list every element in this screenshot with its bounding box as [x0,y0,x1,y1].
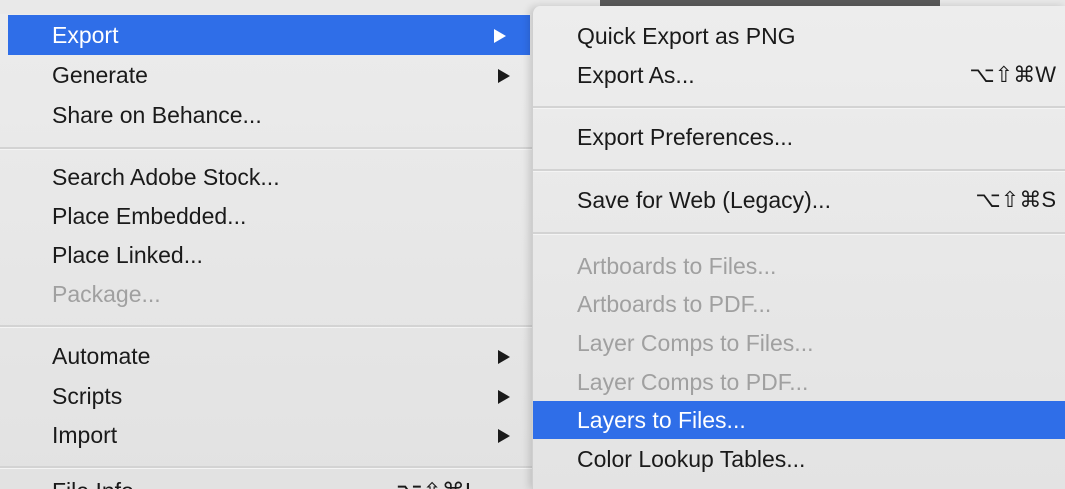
submenu-arrow-icon [498,69,510,83]
submenu-item-layer-comps-to-pdf: Layer Comps to PDF... [533,363,1065,401]
menu-item-scripts[interactable]: Scripts [0,376,540,416]
menu-separator [533,169,1065,172]
menu-item-label: Generate [52,62,148,88]
submenu-arrow-icon [494,29,506,43]
menu-item-label: Layer Comps to PDF... [577,369,809,395]
menu-item-label: Export Preferences... [577,124,794,150]
menu-item-automate[interactable]: Automate [0,336,540,376]
submenu-item-export-preferences[interactable]: Export Preferences... [533,118,1065,156]
menu-item-import[interactable]: Import [0,415,540,455]
menu-item-label: Place Linked... [52,242,203,268]
menu-item-label: Layers to Files... [577,407,746,433]
menu-item-shortcut: ⌥⇧⌘I [396,476,471,489]
menu-item-label: Package... [52,281,161,307]
menu-item-place-linked[interactable]: Place Linked... [0,235,540,275]
export-submenu: Quick Export as PNG Export As... ⌥⇧⌘W Ex… [532,6,1065,489]
menu-item-label: Place Embedded... [52,203,247,229]
menu-separator [533,106,1065,109]
submenu-item-layer-comps-to-files: Layer Comps to Files... [533,324,1065,362]
submenu-item-quick-export-png[interactable]: Quick Export as PNG [533,17,1065,55]
submenu-item-artboards-to-files: Artboards to Files... [533,247,1065,285]
menu-item-label: Layer Comps to Files... [577,330,814,356]
menu-item-package: Package... [0,274,540,314]
submenu-item-artboards-to-pdf: Artboards to PDF... [533,285,1065,323]
menu-item-place-embedded[interactable]: Place Embedded... [0,196,540,236]
menu-item-label: Artboards to PDF... [577,291,772,317]
submenu-item-color-lookup-tables[interactable]: Color Lookup Tables... [533,440,1065,478]
submenu-arrow-icon [498,429,510,443]
menu-separator [0,466,540,469]
file-menu: Export Generate Share on Behance... Sear… [0,0,540,489]
menu-item-export[interactable]: Export [8,15,530,55]
submenu-item-save-for-web[interactable]: Save for Web (Legacy)... ⌥⇧⌘S [533,181,1065,219]
menu-item-file-info[interactable]: File Info... [52,476,153,489]
submenu-item-layers-to-files[interactable]: Layers to Files... [533,401,1065,439]
menu-item-shortcut: ⌥⇧⌘W [969,62,1056,87]
menu-item-label: Automate [52,343,151,369]
menu-separator [0,325,540,328]
menu-item-label: Color Lookup Tables... [577,446,806,472]
menu-separator [0,147,540,150]
menu-item-label: Import [52,422,118,448]
submenu-arrow-icon [498,350,510,364]
menu-item-share-on-behance[interactable]: Share on Behance... [0,95,540,135]
menu-item-shortcut: ⌥⇧⌘S [975,187,1056,212]
menu-item-search-adobe-stock[interactable]: Search Adobe Stock... [0,157,540,197]
menu-separator [533,232,1065,235]
menu-item-label: Export [52,22,119,48]
menu-item-label: Quick Export as PNG [577,23,796,49]
menu-item-label: Export As... [577,62,695,88]
menu-item-label: Save for Web (Legacy)... [577,187,831,213]
menu-top-edge [0,0,540,14]
menu-item-label: Scripts [52,383,123,409]
menu-item-label: Share on Behance... [52,102,262,128]
submenu-arrow-icon [498,390,510,404]
menu-item-label: Search Adobe Stock... [52,164,280,190]
menu-item-label: Artboards to Files... [577,253,777,279]
menu-item-generate[interactable]: Generate [0,55,540,95]
submenu-item-export-as[interactable]: Export As... ⌥⇧⌘W [533,56,1065,94]
